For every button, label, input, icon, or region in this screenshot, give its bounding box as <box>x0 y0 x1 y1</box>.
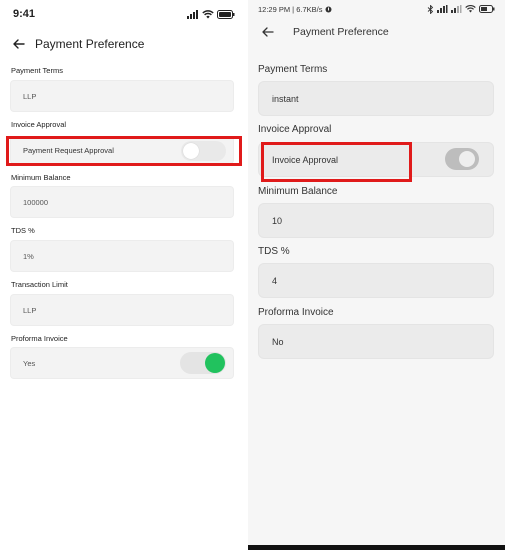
proforma-invoice-label: Proforma Invoice <box>258 307 334 318</box>
cellular-signal-2-icon <box>451 5 462 13</box>
wifi-icon <box>202 9 214 18</box>
navigation-bar <box>248 545 505 550</box>
status-bar: 12:29 PM | 6.7KB/s <box>248 0 505 18</box>
payment-terms-value: LLP <box>23 91 37 101</box>
left-screen: 9:41 Payment Preference Payment Terms LL… <box>0 0 245 550</box>
minimum-balance-label: Minimum Balance <box>11 173 71 182</box>
toggle-knob <box>459 151 475 167</box>
transaction-limit-field[interactable]: LLP <box>10 294 234 326</box>
battery-icon <box>479 5 495 13</box>
status-bar: 9:41 <box>0 0 245 28</box>
notification-icon <box>325 6 332 12</box>
battery-icon <box>217 9 235 19</box>
cellular-signal-icon <box>187 9 198 19</box>
status-time: 9:41 <box>13 8 36 20</box>
wifi-icon <box>465 5 476 13</box>
minimum-balance-value: 100000 <box>23 197 49 207</box>
minimum-balance-field[interactable]: 100000 <box>10 186 234 218</box>
invoice-approval-toggle[interactable] <box>445 148 479 170</box>
proforma-invoice-field[interactable]: No <box>258 324 494 359</box>
tds-value: 1% <box>23 251 34 261</box>
tds-label: TDS % <box>258 246 290 257</box>
minimum-balance-label: Minimum Balance <box>258 186 338 197</box>
system-icons <box>427 4 495 14</box>
back-arrow-icon[interactable] <box>261 25 275 39</box>
transaction-limit-label: Transaction Limit <box>11 280 68 289</box>
proforma-invoice-value: No <box>272 336 284 347</box>
invoice-approval-label: Invoice Approval <box>258 124 332 135</box>
highlight-box <box>261 142 412 182</box>
app-header: Payment Preference <box>248 25 505 39</box>
invoice-approval-label: Invoice Approval <box>11 120 67 129</box>
back-arrow-icon[interactable] <box>12 37 26 51</box>
minimum-balance-value: 10 <box>272 215 283 226</box>
bluetooth-icon <box>427 4 434 14</box>
payment-terms-field[interactable]: instant <box>258 81 494 116</box>
system-icons <box>187 9 235 19</box>
tds-field[interactable]: 4 <box>258 263 494 298</box>
payment-terms-label: Payment Terms <box>258 64 328 75</box>
highlight-box <box>6 136 242 166</box>
toggle-knob <box>205 353 225 373</box>
payment-terms-value: instant <box>272 93 299 104</box>
tds-field[interactable]: 1% <box>10 240 234 272</box>
right-screen: 12:29 PM | 6.7KB/s Payment Preference Pa… <box>248 0 505 550</box>
tds-label: TDS % <box>11 226 35 235</box>
status-time: 12:29 PM | 6.7KB/s <box>258 4 323 14</box>
proforma-invoice-value: Yes <box>23 358 36 368</box>
transaction-limit-value: LLP <box>23 305 37 315</box>
payment-terms-field[interactable]: LLP <box>10 80 234 112</box>
proforma-invoice-label: Proforma Invoice <box>11 334 68 343</box>
proforma-invoice-toggle[interactable] <box>180 352 226 374</box>
page-title: Payment Preference <box>35 37 145 51</box>
tds-value: 4 <box>272 275 278 286</box>
cellular-signal-icon <box>437 5 448 13</box>
payment-terms-label: Payment Terms <box>11 66 63 75</box>
page-title: Payment Preference <box>293 26 389 38</box>
app-header: Payment Preference <box>0 37 245 51</box>
minimum-balance-field[interactable]: 10 <box>258 203 494 238</box>
